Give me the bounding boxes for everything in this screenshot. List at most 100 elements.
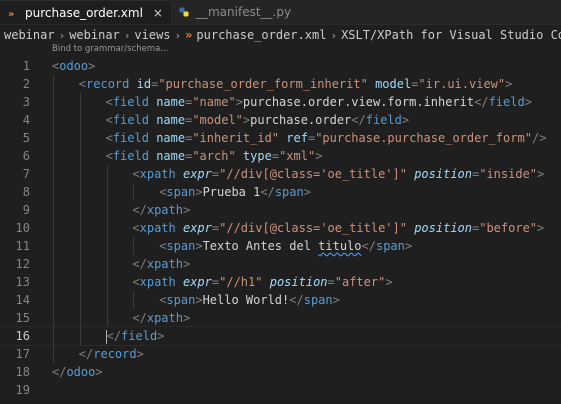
code-line[interactable]: 19 xyxy=(0,381,561,399)
attribute-value: "//div[@class='oe_title']" xyxy=(219,221,407,235)
attribute-name: name xyxy=(156,149,186,163)
punctuation: < xyxy=(105,113,113,127)
punctuation: > xyxy=(182,203,191,217)
attribute-name: expr xyxy=(182,221,212,235)
breadcrumb-item-webinar-2[interactable]: webinar xyxy=(69,28,120,42)
attribute-name: name xyxy=(156,131,186,145)
punctuation: > xyxy=(303,185,311,199)
chevron-right-icon: › xyxy=(123,28,131,42)
indent-guide xyxy=(79,219,81,237)
attribute-value: "after" xyxy=(334,275,386,289)
punctuation: < xyxy=(132,275,140,289)
tag-name: span xyxy=(166,185,196,199)
indent-guide xyxy=(133,183,135,201)
breadcrumb-item-file[interactable]: purchase_order.xml xyxy=(196,28,326,42)
code-line[interactable]: 14 <span>Hello World!</span> xyxy=(0,291,561,309)
editor-tab-bar: » purchase_order.xml × __manifest__.py xyxy=(0,0,561,25)
indent-guide xyxy=(53,93,54,111)
line-number: 6 xyxy=(22,149,30,163)
code-line[interactable]: 2 <record id="purchase_order_form_inherit… xyxy=(0,75,561,93)
code-line[interactable]: 9 </xpath> xyxy=(0,201,561,219)
tag-name: span xyxy=(166,293,196,307)
code-line[interactable]: 3 <field name="name">purchase.order.view.… xyxy=(0,93,561,111)
tag-name: span xyxy=(274,185,304,199)
line-number: 17 xyxy=(15,347,30,361)
code-line[interactable]: 10 <xpath expr="//div[@class='oe_title']"… xyxy=(0,219,561,237)
code-line[interactable]: 18 </odoo> xyxy=(0,363,561,381)
python-icon xyxy=(178,6,190,18)
close-icon[interactable]: × xyxy=(153,6,163,20)
tab-manifest-py[interactable]: __manifest__.py xyxy=(171,0,299,24)
attribute-value: "model" xyxy=(192,113,243,127)
breadcrumb-item-webinar[interactable]: webinar xyxy=(4,28,55,42)
indent-guide xyxy=(106,237,108,255)
code-line[interactable]: 12 </xpath> xyxy=(0,255,561,273)
code-line[interactable]: 6 <field name="arch" type="xml"> xyxy=(0,147,561,165)
punctuation: </ xyxy=(78,347,94,361)
attribute-name: position xyxy=(414,167,472,181)
tag-name: xpath xyxy=(139,221,176,235)
indent-guide xyxy=(106,273,108,291)
code-content: <field name="name">purchase.order.view.f… xyxy=(106,93,532,111)
code-line[interactable]: 15 </xpath> xyxy=(0,309,561,327)
code-line[interactable]: 13 <xpath expr="//h1" position="after"> xyxy=(0,273,561,291)
attribute-name: model xyxy=(375,77,412,91)
indent-guide xyxy=(53,129,54,147)
code-content: </record> xyxy=(79,345,144,363)
tag-name: xpath xyxy=(146,311,183,325)
indent-guide xyxy=(53,237,54,255)
tag-name: field xyxy=(112,149,149,163)
indent-guide xyxy=(79,291,81,309)
code-content: </odoo> xyxy=(52,363,103,381)
attribute-name: position xyxy=(414,221,472,235)
tag-name: span xyxy=(166,239,196,253)
punctuation: > xyxy=(385,275,393,289)
punctuation: < xyxy=(105,95,113,109)
breadcrumb-item-xpath-extension[interactable]: XSLT/XPath for Visual Studio Code xyxy=(341,28,561,42)
punctuation: < xyxy=(132,221,140,235)
code-line[interactable]: 17 </record> xyxy=(0,345,561,363)
code-line[interactable]: 1 <odoo> xyxy=(0,57,561,75)
punctuation: < xyxy=(78,77,87,91)
chevron-right-icon: › xyxy=(330,28,338,42)
indent-guide xyxy=(53,219,54,237)
codelens-bind-grammar[interactable]: Bind to grammar/schema... xyxy=(52,44,168,54)
code-line[interactable]: 4 <field name="model">purchase.order</fie… xyxy=(0,111,561,129)
punctuation: </ xyxy=(132,203,147,217)
indent-guide xyxy=(79,255,81,273)
code-editor[interactable]: 1 <odoo> 2 <record id="purchase_order_form_… xyxy=(0,57,561,399)
punctuation: </ xyxy=(132,311,147,325)
tag-name: span xyxy=(375,239,405,253)
indent-guide xyxy=(53,165,54,183)
code-line[interactable]: 7 <xpath expr="//div[@class='oe_title']" … xyxy=(0,165,561,183)
indent-guide xyxy=(106,291,108,309)
code-line[interactable]: 5 <field name="inherit_id" ref="purchase.… xyxy=(0,129,561,147)
code-line[interactable]: 11 <span>Texto Antes del titulo</span> xyxy=(0,237,561,255)
indent-guide xyxy=(53,345,54,363)
breadcrumb: webinar › webinar › views › » purchase_o… xyxy=(0,25,561,45)
tag-name: field xyxy=(112,131,149,145)
code-line[interactable]: 8 <span>Prueba 1</span> xyxy=(0,183,561,201)
tab-purchase-order-xml[interactable]: » purchase_order.xml × xyxy=(0,0,171,24)
punctuation: </ xyxy=(289,293,304,307)
punctuation: = xyxy=(271,149,280,163)
punctuation: < xyxy=(105,149,113,163)
punctuation: </ xyxy=(106,329,122,343)
line-number: 9 xyxy=(22,203,30,217)
attribute-name: type xyxy=(242,149,272,163)
punctuation: </ xyxy=(351,113,366,127)
code-line[interactable]: 16 </field> xyxy=(0,326,561,346)
line-number: 5 xyxy=(22,131,30,145)
indent-guide xyxy=(106,165,108,183)
attribute-name: ref xyxy=(286,131,308,145)
indent-guide xyxy=(106,183,108,201)
attribute-value: "purchase.purchase_order_form" xyxy=(315,131,532,145)
chevron-right-icon: › xyxy=(174,28,182,42)
indent-guide xyxy=(79,237,81,255)
breadcrumb-item-views[interactable]: views xyxy=(134,28,170,42)
tag-name: xpath xyxy=(139,167,176,181)
